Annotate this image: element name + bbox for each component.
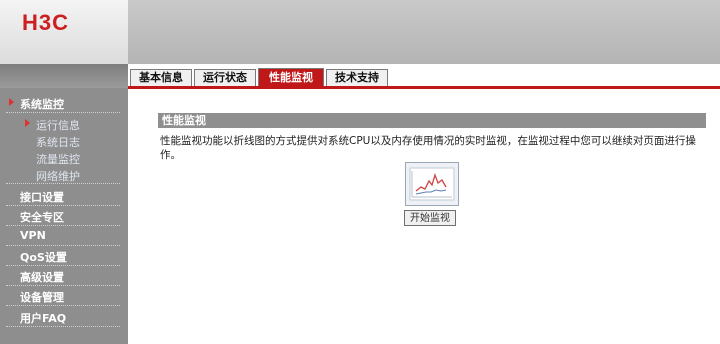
logo-area: H3C	[0, 0, 128, 64]
divider	[6, 245, 120, 246]
sidebar-item-vpn[interactable]: VPN	[0, 229, 128, 246]
active-sub-arrow-icon	[25, 119, 30, 127]
sidebar-item-security-zone[interactable]: 安全专区	[0, 209, 128, 226]
sidebar-item-advanced-settings[interactable]: 高级设置	[0, 269, 128, 286]
divider	[6, 305, 120, 306]
divider	[6, 112, 120, 113]
sidebar-subitem-network-maintenance[interactable]: 网络维护	[0, 168, 128, 184]
sidebar-top-gap	[0, 64, 128, 88]
sidebar-subitem-label: 网络维护	[36, 170, 80, 183]
sidebar-subitem-run-info[interactable]: 运行信息	[0, 117, 128, 132]
sidebar-item-qos-settings[interactable]: QoS设置	[0, 249, 128, 266]
start-monitor-button[interactable]: 开始监视	[404, 210, 456, 226]
line-chart-thumbnail-graphic	[409, 167, 455, 201]
active-arrow-icon	[9, 98, 14, 106]
sidebar-item-device-management[interactable]: 设备管理	[0, 289, 128, 306]
description-text: 性能监视功能以折线图的方式提供对系统CPU以及内存使用情况的实时监视，在监视过程…	[160, 135, 696, 161]
sidebar-subitem-label: 系统日志	[36, 136, 80, 149]
divider	[6, 265, 120, 266]
divider	[6, 285, 120, 286]
sidebar-item-label: 接口设置	[20, 191, 64, 204]
sidebar-item-user-faq[interactable]: 用户FAQ	[0, 310, 128, 327]
sidebar-item-label: 安全专区	[20, 211, 64, 224]
divider	[6, 225, 120, 226]
line-chart-icon	[405, 162, 459, 206]
divider	[6, 183, 120, 184]
tab-tech-support[interactable]: 技术支持	[326, 69, 388, 86]
sidebar-item-label: VPN	[20, 229, 46, 242]
tab-performance-monitor[interactable]: 性能监视	[258, 68, 324, 87]
sidebar-item-label: 系统监控	[20, 98, 64, 111]
sidebar-item-label: 用户FAQ	[20, 312, 67, 325]
tab-run-status[interactable]: 运行状态	[194, 69, 256, 86]
h3c-logo: H3C	[22, 10, 70, 35]
sidebar-item-label: 设备管理	[20, 291, 64, 304]
sidebar-item-label: 高级设置	[20, 271, 64, 284]
sidebar-subitem-traffic-monitor[interactable]: 流量监控	[0, 151, 128, 166]
divider	[6, 205, 120, 206]
tab-basic-info[interactable]: 基本信息	[130, 69, 192, 86]
sidebar-subitem-label: 流量监控	[36, 153, 80, 166]
section-title: 性能监视	[158, 113, 706, 128]
tab-underline	[128, 86, 720, 89]
divider	[6, 326, 120, 327]
sidebar-subitem-label: 运行信息	[36, 119, 80, 132]
sidebar-item-system-monitor[interactable]: 系统监控	[0, 96, 128, 113]
sidebar-subitem-system-log[interactable]: 系统日志	[0, 134, 128, 149]
sidebar-item-label: QoS设置	[20, 251, 67, 264]
sidebar-item-interface-settings[interactable]: 接口设置	[0, 189, 128, 206]
